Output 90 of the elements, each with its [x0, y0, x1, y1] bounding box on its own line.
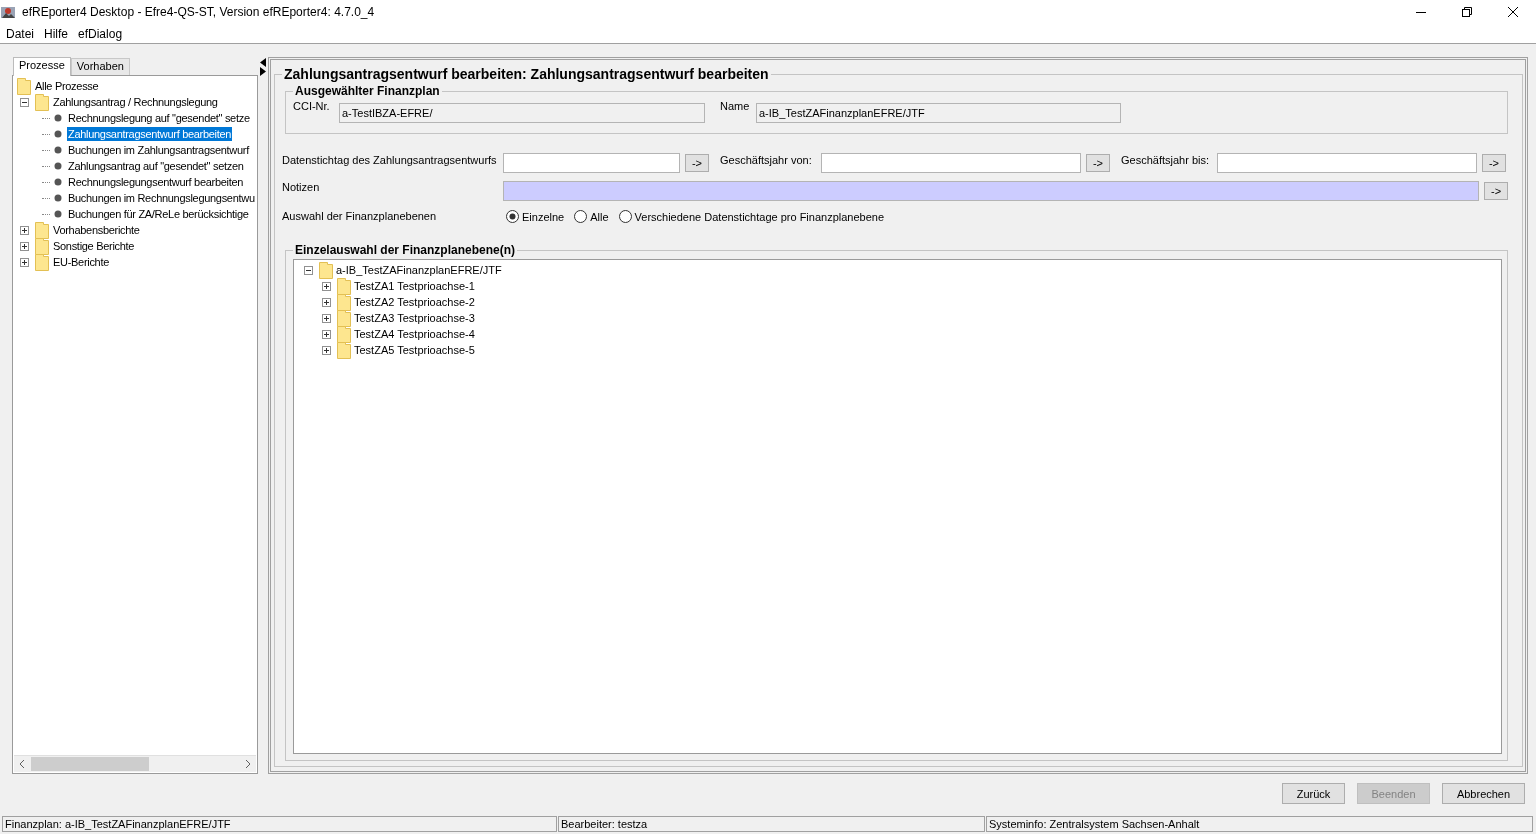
tree-item[interactable]: Sonstige Berichte	[52, 239, 136, 253]
field-label: Name	[720, 100, 751, 112]
collapse-icon[interactable]	[303, 265, 313, 275]
bullet-icon	[54, 194, 62, 202]
bullet-icon	[54, 146, 62, 154]
dialog-button[interactable]: Zurück	[1282, 783, 1345, 804]
field-label: CCI-Nr.	[293, 100, 331, 112]
bullet-icon	[54, 162, 62, 170]
tree-item[interactable]: TestZA4 Testprioachse-4	[354, 328, 475, 340]
right-arrow-icon[interactable]	[260, 67, 266, 76]
tree-item[interactable]: TestZA3 Testprioachse-3	[354, 312, 475, 324]
notes-field[interactable]	[503, 181, 1480, 201]
form-title: Zahlungsantragsentwurf bearbeiten: Zahlungsantragsentwurf bearbeiten	[283, 66, 770, 82]
date-field[interactable]	[821, 153, 1081, 173]
tree-item[interactable]: a-IB_TestZAFinanzplanEFRE/JTF	[336, 264, 502, 276]
field-label: Auswahl der Finanzplanebenen	[282, 210, 438, 222]
tree-item[interactable]: Zahlungsantrag / Rechnungslegung	[52, 95, 219, 109]
date-field[interactable]	[503, 153, 680, 173]
apply-button[interactable]: ->	[1482, 154, 1506, 172]
readonly-field[interactable]: a-IB_TestZAFinanzplanEFRE/JTF	[756, 103, 1121, 123]
tree-item[interactable]: TestZA2 Testprioachse-2	[354, 296, 475, 308]
expand-icon[interactable]	[19, 225, 29, 235]
radio-button[interactable]	[574, 210, 588, 223]
tree-item[interactable]: Rechnungslegungsentwurf bearbeiten	[67, 175, 245, 189]
tree-item[interactable]: EU-Berichte	[52, 255, 110, 269]
radio-label[interactable]: Alle	[590, 210, 609, 223]
tree-item[interactable]: Zahlungsantrag auf "gesendet" setzen	[67, 159, 245, 173]
status-field: Systeminfo: Zentralsystem Sachsen-Anhalt	[986, 816, 1533, 832]
folder-icon	[35, 237, 49, 255]
expand-icon[interactable]	[321, 281, 331, 291]
menu-item[interactable]: efDialog	[73, 26, 128, 41]
field-label: Notizen	[282, 181, 321, 193]
apply-button[interactable]: ->	[1484, 182, 1508, 200]
radio-label[interactable]: Verschiedene Datenstichtage pro Finanzplanebene	[634, 210, 885, 223]
folder-icon	[35, 253, 49, 271]
tree-item[interactable]: TestZA1 Testprioachse-1	[354, 280, 475, 292]
tree-item[interactable]: Vorhabensberichte	[52, 223, 141, 237]
radio-button[interactable]	[618, 210, 632, 223]
close-icon	[1508, 7, 1518, 17]
tree-item[interactable]: Buchungen im Rechnungslegungsentwu	[67, 191, 256, 205]
folder-icon	[337, 309, 351, 327]
tree-item[interactable]: Zahlungsantragsentwurf bearbeiten	[67, 127, 233, 141]
tab[interactable]: Vorhaben	[70, 58, 130, 75]
expand-icon[interactable]	[321, 297, 331, 307]
window-title: efREporter4 Desktop - Efre4-QS-ST, Version efREporter4: 4.7.0_4	[22, 5, 375, 19]
menu-item[interactable]: Datei	[1, 26, 39, 41]
expand-icon[interactable]	[19, 241, 29, 251]
folder-icon	[17, 77, 31, 95]
bullet-icon	[54, 210, 62, 218]
expand-icon[interactable]	[321, 329, 331, 339]
group-title: Einzelauswahl der Finanzplanebene(n)	[294, 243, 517, 257]
status-field: Bearbeiter: testza	[558, 816, 985, 832]
folder-icon	[319, 261, 333, 279]
tab[interactable]: Prozesse	[13, 57, 71, 76]
field-label: Geschäftsjahr von:	[720, 154, 813, 166]
bullet-icon	[54, 114, 62, 122]
scrollbar-thumb[interactable]	[31, 757, 149, 771]
expand-icon[interactable]	[321, 345, 331, 355]
folder-icon	[35, 221, 49, 239]
radio-button[interactable]	[506, 210, 519, 223]
expand-icon[interactable]	[19, 257, 29, 267]
restore-icon	[1462, 7, 1472, 17]
folder-icon	[337, 293, 351, 311]
date-field[interactable]	[1217, 153, 1477, 173]
app-logo-icon	[0, 4, 16, 20]
tree-item[interactable]: Buchungen im Zahlungsantragsentwurf	[67, 143, 250, 157]
dialog-button[interactable]: Abbrechen	[1442, 783, 1525, 804]
apply-button[interactable]: ->	[685, 154, 709, 172]
status-field: Finanzplan: a-IB_TestZAFinanzplanEFRE/JTF	[2, 816, 557, 832]
folder-icon	[35, 93, 49, 111]
tree-item[interactable]: Rechnungslegung auf "gesendet" setze	[67, 111, 251, 125]
collapse-icon[interactable]	[19, 97, 29, 107]
field-label: Datenstichtag des Zahlungsantragsentwurfs	[282, 154, 498, 166]
tree-item[interactable]: Alle Prozesse	[34, 79, 100, 93]
tree-item[interactable]: TestZA5 Testprioachse-5	[354, 344, 475, 356]
field-label: Geschäftsjahr bis:	[1121, 154, 1211, 166]
bullet-icon	[54, 130, 62, 138]
readonly-field[interactable]: a-TestIBZA-EFRE/	[339, 103, 705, 123]
apply-button[interactable]: ->	[1086, 154, 1110, 172]
folder-icon	[337, 277, 351, 295]
left-arrow-icon[interactable]	[260, 58, 266, 67]
folder-icon	[337, 325, 351, 343]
group-title: Ausgewählter Finanzplan	[294, 84, 441, 98]
tree-item[interactable]: Buchungen für ZA/ReLe berücksichtige	[67, 207, 250, 221]
expand-icon[interactable]	[321, 313, 331, 323]
folder-icon	[337, 341, 351, 359]
horizontal-scrollbar[interactable]	[14, 755, 256, 772]
bullet-icon	[54, 178, 62, 186]
radio-label[interactable]: Einzelne	[522, 210, 565, 223]
menu-item[interactable]: Hilfe	[39, 26, 74, 41]
